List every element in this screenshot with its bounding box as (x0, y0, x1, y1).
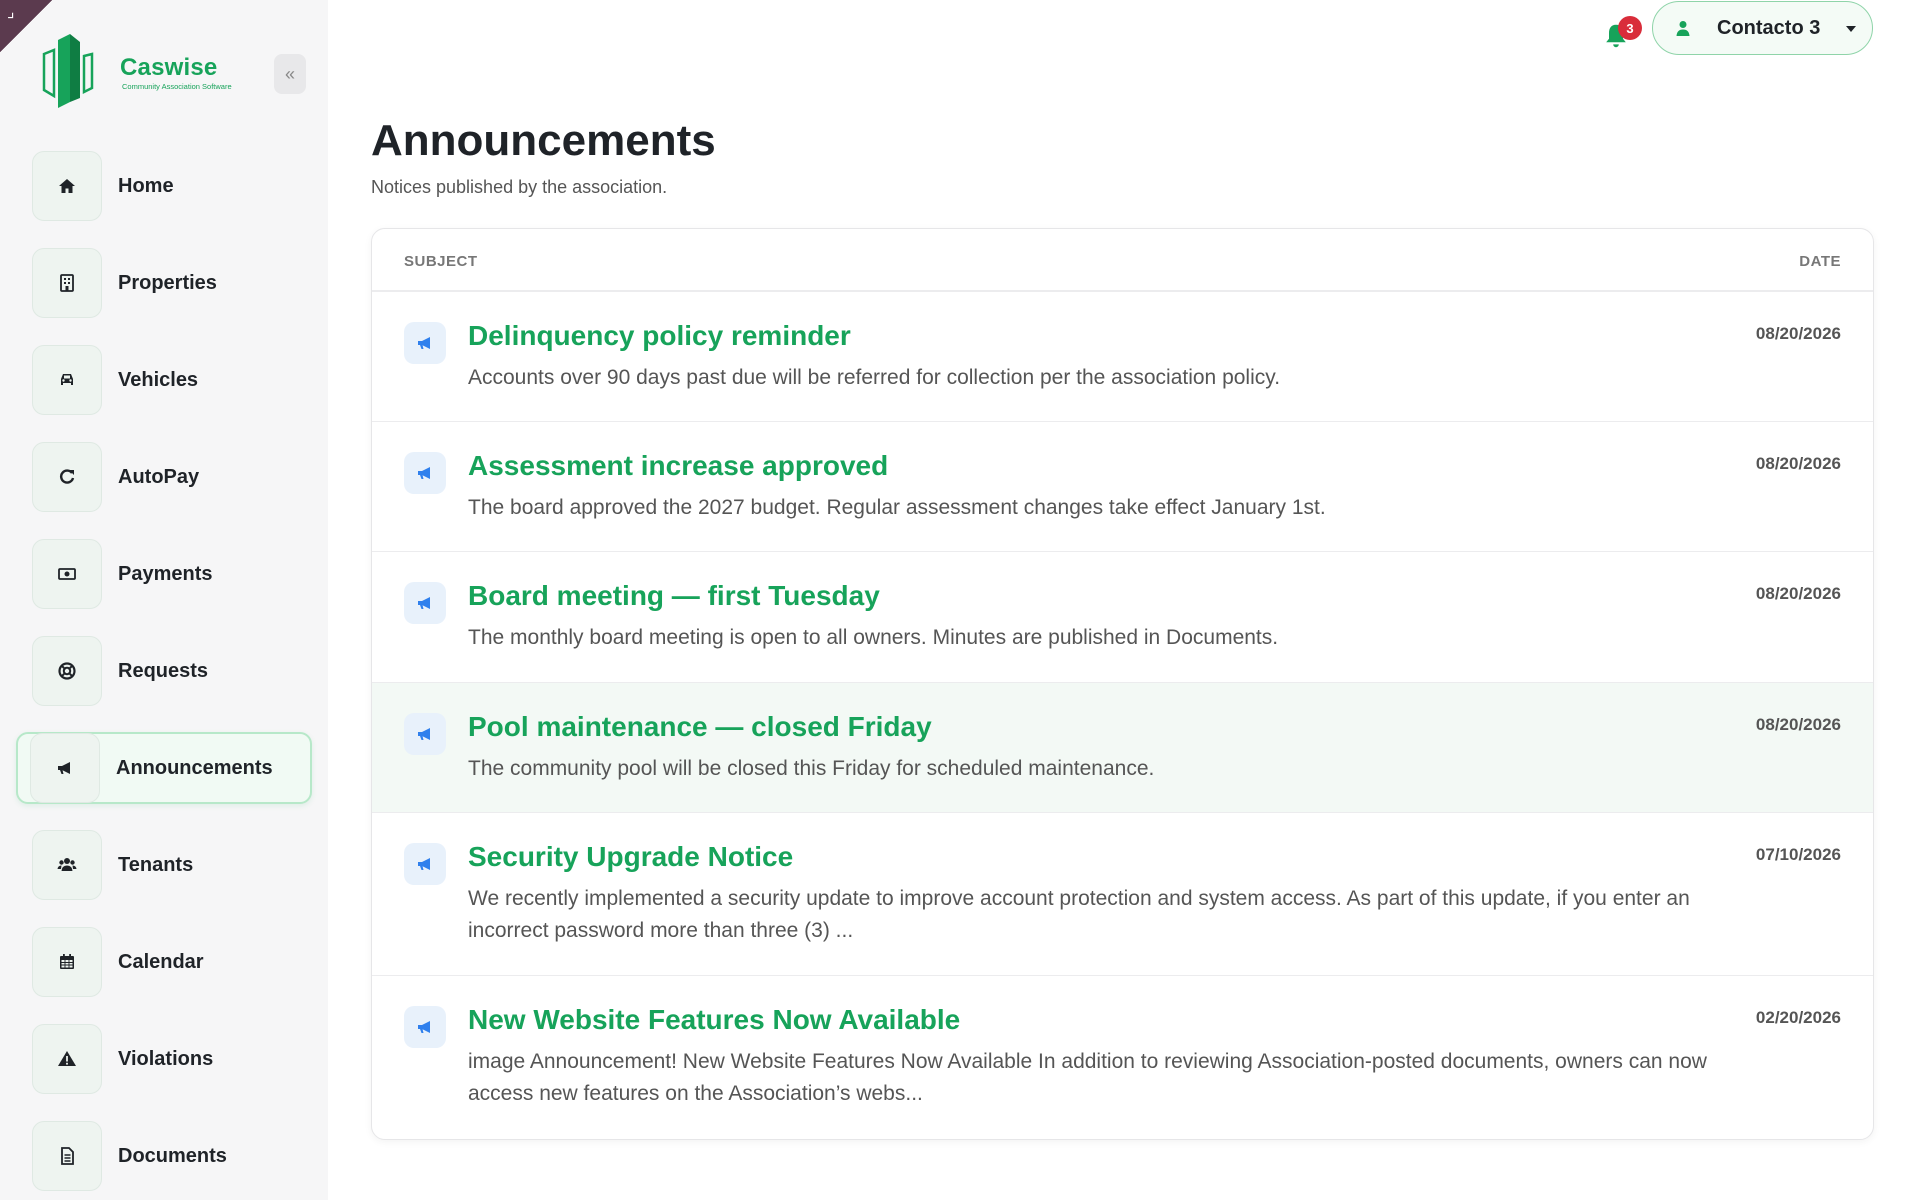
announcement-date: 08/20/2026 (1755, 324, 1841, 343)
announcement-title[interactable]: Assessment increase approved (468, 450, 888, 482)
home-icon (32, 151, 102, 221)
announcement-description: The monthly board meeting is open to all… (468, 626, 1279, 649)
announcement-description: image Announcement! New Website Features… (468, 1050, 1707, 1105)
column-header-subject[interactable]: SUBJECT (404, 253, 478, 270)
announcement-description: Accounts over 90 days past due will be r… (468, 366, 1281, 389)
sidebar-item-label: Requests (118, 659, 209, 682)
sidebar-item-label: Announcements (116, 756, 273, 779)
announcement-title[interactable]: Pool maintenance — closed Friday (468, 711, 932, 743)
table-row[interactable]: Delinquency policy reminder Accounts ove… (372, 292, 1873, 422)
double-chevron-left-icon: « (284, 63, 295, 84)
sidebar-item-label: Tenants (118, 853, 194, 876)
megaphone-icon (404, 322, 446, 364)
page-title: Announcements (371, 116, 716, 165)
megaphone-icon (404, 582, 446, 624)
sidebar-item-vehicles[interactable]: Vehicles (16, 344, 312, 416)
table-row[interactable]: Security Upgrade Notice We recently impl… (372, 813, 1873, 976)
sidebar-item-tenants[interactable]: Tenants (16, 829, 312, 901)
sidebar-item-documents[interactable]: Documents (16, 1120, 312, 1192)
table-row[interactable]: New Website Features Now Available image… (372, 976, 1873, 1139)
announcement-date: 08/20/2026 (1755, 715, 1841, 734)
sidebar-nav: Home Properties Vehicles AutoPay Payment… (16, 150, 312, 1200)
sidebar-item-label: Calendar (118, 950, 204, 973)
sidebar-item-violations[interactable]: Violations (16, 1023, 312, 1095)
sidebar: Caswise Community Association Software «… (0, 0, 328, 1200)
warning-icon (32, 1024, 102, 1094)
announcements-table: SUBJECT DATE Delinquency policy reminder… (371, 228, 1874, 1140)
page-subtitle: Notices published by the association. (371, 177, 668, 197)
sidebar-item-autopay[interactable]: AutoPay (16, 441, 312, 513)
corner-ribbon[interactable]: ⌟ (0, 0, 52, 52)
sidebar-item-payments[interactable]: Payments (16, 538, 312, 610)
table-header: SUBJECT DATE (372, 229, 1873, 292)
sidebar-item-label: Properties (118, 271, 217, 294)
announcement-description: The board approved the 2027 budget. Regu… (468, 496, 1326, 519)
announcement-date: 08/20/2026 (1755, 584, 1841, 603)
user-name: Contacto 3 (1717, 16, 1821, 39)
sidebar-item-requests[interactable]: Requests (16, 635, 312, 707)
announcement-description: We recently implemented a security updat… (468, 887, 1690, 942)
announcement-title[interactable]: Security Upgrade Notice (468, 841, 793, 873)
brand-tagline: Community Association Software (122, 82, 232, 91)
megaphone-icon (404, 452, 446, 494)
sidebar-item-calendar[interactable]: Calendar (16, 926, 312, 998)
lifebuoy-icon (32, 636, 102, 706)
collapse-sidebar-button[interactable]: « (274, 54, 306, 94)
car-icon (32, 345, 102, 415)
table-row[interactable]: Assessment increase approved The board a… (372, 422, 1873, 552)
announcement-date: 08/20/2026 (1755, 454, 1841, 473)
megaphone-icon (404, 843, 446, 885)
brand[interactable]: Caswise Community Association Software (36, 32, 266, 112)
megaphone-icon (30, 733, 100, 803)
chevron-down-icon (1846, 26, 1856, 32)
user-icon (1676, 21, 1690, 36)
megaphone-icon (404, 1006, 446, 1048)
building-icon (32, 248, 102, 318)
money-icon (32, 539, 102, 609)
sidebar-item-label: Documents (118, 1144, 227, 1167)
table-row[interactable]: Board meeting — first Tuesday The monthl… (372, 552, 1873, 683)
refresh-icon (32, 442, 102, 512)
megaphone-icon (404, 713, 446, 755)
announcement-title[interactable]: New Website Features Now Available (468, 1004, 960, 1036)
brand-name: Caswise (120, 54, 218, 81)
sidebar-item-label: Violations (118, 1047, 214, 1070)
table-row[interactable]: Pool maintenance — closed Friday The com… (372, 683, 1873, 813)
sidebar-item-label: Home (118, 174, 174, 197)
corner-icon: ⌟ (7, 4, 15, 21)
sidebar-item-label: Payments (118, 562, 213, 585)
announcement-title[interactable]: Board meeting — first Tuesday (468, 580, 880, 612)
announcement-date: 02/20/2026 (1755, 1008, 1841, 1027)
notifications-button[interactable]: 3 (1598, 12, 1642, 48)
sidebar-item-label: Vehicles (118, 368, 199, 391)
column-header-date[interactable]: DATE (1799, 253, 1841, 270)
document-icon (32, 1121, 102, 1191)
sidebar-item-properties[interactable]: Properties (16, 247, 312, 319)
sidebar-item-announcements[interactable]: Announcements (16, 732, 312, 804)
announcement-description: The community pool will be closed this F… (468, 757, 1155, 780)
sidebar-item-label: AutoPay (118, 465, 200, 488)
announcement-title[interactable]: Delinquency policy reminder (468, 320, 851, 352)
user-menu-button[interactable]: Contacto 3 (1652, 1, 1873, 55)
notifications-count-badge: 3 (1618, 16, 1642, 40)
announcement-date: 07/10/2026 (1755, 845, 1841, 864)
users-icon (32, 830, 102, 900)
sidebar-item-home[interactable]: Home (16, 150, 312, 222)
calendar-icon (32, 927, 102, 997)
